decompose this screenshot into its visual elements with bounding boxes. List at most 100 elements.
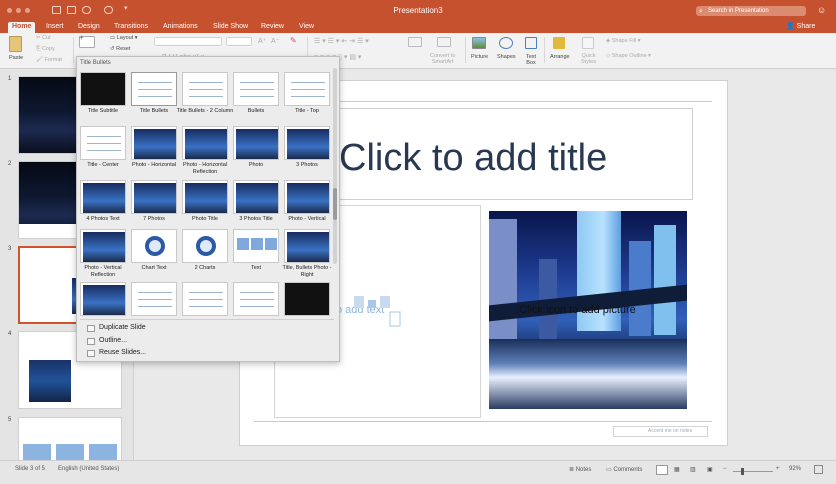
footer-placeholder[interactable]: Accent me on notes <box>613 426 708 437</box>
layout-thumbnail[interactable] <box>284 72 330 106</box>
tab-review[interactable]: Review <box>261 22 284 33</box>
quick-styles-button[interactable]: Quick Styles <box>581 53 596 65</box>
clear-formatting-icon[interactable]: ✎ <box>290 36 297 45</box>
zoom-in-button[interactable]: + <box>776 466 780 472</box>
layout-thumbnail[interactable] <box>131 282 177 316</box>
zoom-level[interactable]: 92% <box>789 466 801 472</box>
title-placeholder[interactable]: Click to add title <box>290 108 693 200</box>
shapes-icon[interactable] <box>499 37 513 49</box>
insert-content-icons[interactable] <box>350 294 402 330</box>
grow-font-icon[interactable]: A⁺ <box>258 37 266 45</box>
duplicate-slide-menu-item[interactable]: Duplicate Slide <box>99 324 146 331</box>
layout-thumbnail[interactable] <box>182 180 228 214</box>
shape-outline-button[interactable]: ◇ Shape Outline ▾ <box>606 53 651 59</box>
slideshow-icon[interactable]: ▣ <box>707 466 713 473</box>
picture-icon[interactable] <box>472 37 486 49</box>
layout-thumbnail[interactable] <box>284 282 330 316</box>
slide-thumbnail-5[interactable] <box>18 417 122 462</box>
layout-thumbnail[interactable] <box>131 229 177 263</box>
reading-view-icon[interactable]: ▥ <box>690 466 696 473</box>
layout-photo-preview <box>287 232 329 262</box>
language-indicator[interactable]: English (United States) <box>58 466 119 472</box>
tab-animations[interactable]: Animations <box>163 22 198 33</box>
layout-photo-preview <box>83 183 125 213</box>
cut-button[interactable]: ✂ Cut <box>36 35 51 41</box>
text-box-icon[interactable] <box>525 37 537 49</box>
shrink-font-icon[interactable]: A⁻ <box>271 37 279 45</box>
layout-thumbnail[interactable] <box>284 126 330 160</box>
shapes-button[interactable]: Shapes <box>497 54 516 60</box>
picture-button[interactable]: Picture <box>471 54 488 60</box>
layout-chart-preview <box>145 236 165 256</box>
layout-thumbnail[interactable] <box>80 72 126 106</box>
tab-home[interactable]: Home <box>8 22 36 33</box>
fit-slide-icon[interactable] <box>814 465 823 474</box>
zoom-out-button[interactable]: − <box>723 466 727 472</box>
arrange-button[interactable]: Arrange <box>550 54 570 60</box>
arrange-icon[interactable] <box>553 37 565 49</box>
tab-design[interactable]: Design <box>78 22 100 33</box>
tab-slide-show[interactable]: Slide Show <box>213 22 248 33</box>
convert-smartart-button[interactable]: Convert to SmartArt <box>430 53 455 65</box>
layout-text-line <box>189 306 223 307</box>
layout-thumbnail[interactable] <box>233 229 279 263</box>
layout-thumbnail[interactable] <box>131 72 177 106</box>
layout-thumbnail[interactable] <box>284 180 330 214</box>
outline-menu-item[interactable]: Outline... <box>99 337 127 344</box>
convert-smartart-icon[interactable] <box>437 37 451 47</box>
layout-thumbnail[interactable] <box>233 180 279 214</box>
layout-thumbnail[interactable] <box>80 126 126 160</box>
ribbon-divider <box>73 37 74 63</box>
convert-line2: SmartArt <box>431 59 454 65</box>
format-painter-button[interactable]: 🖌 Format <box>36 57 62 63</box>
layout-thumbnail[interactable] <box>233 72 279 106</box>
layout-text-line <box>189 89 223 90</box>
quick-styles-icon[interactable] <box>582 37 594 49</box>
layout-thumbnail[interactable] <box>80 282 126 316</box>
shape-fill-button[interactable]: ◈ Shape Fill ▾ <box>606 38 641 44</box>
tab-insert[interactable]: Insert <box>46 22 64 33</box>
share-button[interactable]: 👤 Share <box>786 22 815 30</box>
normal-view-icon[interactable] <box>656 465 668 475</box>
layout-thumbnail[interactable] <box>182 229 228 263</box>
thumbnail-photo <box>29 360 71 402</box>
layout-thumbnail[interactable] <box>131 180 177 214</box>
shape-outline-label: Shape Outline <box>611 53 647 59</box>
layout-thumbnail[interactable] <box>80 229 126 263</box>
layout-thumbnail[interactable] <box>284 229 330 263</box>
layout-thumbnail[interactable] <box>182 72 228 106</box>
slide-sorter-icon[interactable]: ▦ <box>674 466 680 473</box>
font-size-field[interactable] <box>226 37 252 46</box>
layout-button[interactable]: ▭ Layout ▾ <box>110 35 138 41</box>
text-box-button[interactable]: Text Box <box>526 54 536 66</box>
layout-thumbnail[interactable] <box>80 180 126 214</box>
notes-button[interactable]: ≣ Notes <box>569 466 591 473</box>
zoom-slider-thumb[interactable] <box>741 468 744 475</box>
tab-view[interactable]: View <box>299 22 314 33</box>
layout-text-line <box>189 292 223 293</box>
layout-thumbnail[interactable] <box>182 126 228 160</box>
layout-text-line <box>240 292 274 293</box>
layout-thumbnail[interactable] <box>233 282 279 316</box>
paste-icon[interactable] <box>9 36 22 52</box>
tab-transitions[interactable]: Transitions <box>114 22 148 33</box>
paste-button[interactable]: Paste <box>9 55 23 61</box>
bullets-icon[interactable]: ☰ ▾ ☰ ▾ ⇤ ⇥ ☰ ▾ <box>314 37 369 45</box>
comments-button[interactable]: ▭ Comments <box>606 466 642 473</box>
font-name-field[interactable] <box>154 37 222 46</box>
layout-thumbnail[interactable] <box>131 126 177 160</box>
layout-thumbnail[interactable] <box>182 282 228 316</box>
reuse-slides-menu-item[interactable]: Reuse Slides... <box>99 349 146 356</box>
reuse-slides-icon <box>87 350 95 357</box>
feedback-smiley-icon[interactable]: ☺ <box>817 5 826 15</box>
copy-button[interactable]: ⎘ Copy <box>36 46 55 53</box>
search-input[interactable]: ⌕ Search in Presentation <box>696 6 806 16</box>
layout-photo-preview <box>83 232 125 262</box>
slide-count: Slide 3 of 5 <box>15 466 46 472</box>
text-direction-icon[interactable] <box>408 37 422 47</box>
zoom-slider-track[interactable] <box>733 471 773 472</box>
reset-button[interactable]: ↺ Reset <box>110 46 131 52</box>
tower-right <box>654 225 676 335</box>
layout-thumbnail[interactable] <box>233 126 279 160</box>
layout-text-line <box>291 96 325 97</box>
